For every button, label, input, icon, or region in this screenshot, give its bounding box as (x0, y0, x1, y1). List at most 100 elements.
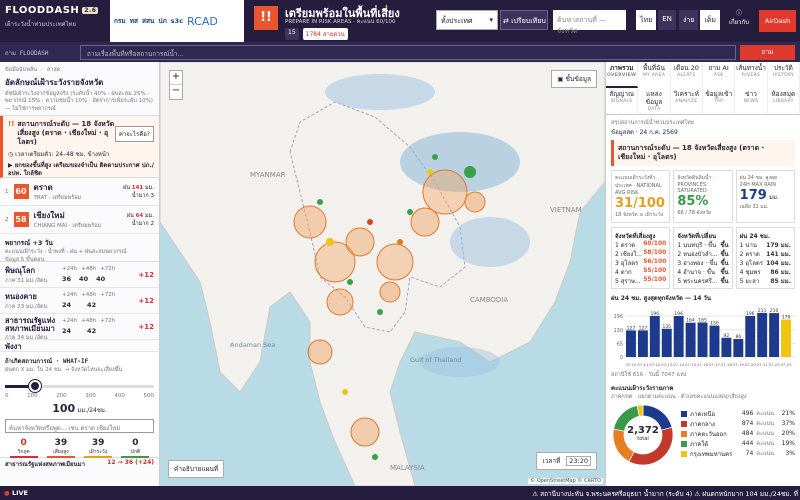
list-item[interactable]: 1 นนทบุรี · ขึ้น ขึ้น (677, 240, 728, 249)
layers-button[interactable]: ▣ ชั้นข้อมูล (551, 70, 597, 88)
tab-news[interactable]: ข่าว NEWS (735, 88, 768, 114)
list-item[interactable]: 3 อุโลตร 56/100 (615, 258, 666, 267)
station-risk-circle[interactable] (464, 191, 486, 213)
list-item[interactable]: 4 ชุมพร 86 มม. (740, 267, 791, 276)
airdash-button[interactable]: AirDash (759, 10, 796, 32)
tab-my-area[interactable]: พื้นที่ฉัน MY AREA (638, 62, 671, 88)
chart-bar[interactable] (733, 338, 744, 357)
tab-history[interactable]: ประวัติ HISTORY (768, 62, 800, 88)
legend-item[interactable]: ภาคตะวันออก 484 คะแนน 20% (681, 429, 795, 439)
list-item[interactable]: 5 พระนครศรี... ขึ้น (677, 276, 728, 285)
legend-item[interactable]: ภาคเหนือ 496 คะแนน 21% (681, 409, 795, 419)
station-risk-circle[interactable] (307, 339, 333, 365)
station-dot[interactable] (407, 209, 413, 215)
mode-full-button[interactable]: เต็ม (700, 10, 721, 30)
chart-bar[interactable] (637, 329, 648, 357)
station-dot[interactable] (367, 219, 373, 225)
station-dot[interactable] (432, 154, 438, 160)
about-button[interactable]: ⓘ เกี่ยวกับ (725, 8, 753, 27)
chart-bar[interactable] (697, 322, 708, 357)
tab-library[interactable]: ห้องสมุด LIBRARY (768, 88, 800, 114)
list-item[interactable]: 3 อ่างทอง · ขึ้น ขึ้น (677, 258, 728, 267)
tab-analyze[interactable]: วิเคราะห์ ANALYZE (671, 88, 703, 114)
time-control[interactable]: เวลาที่ 23:20 (536, 452, 597, 470)
chart-bar[interactable] (673, 315, 684, 357)
station-dot[interactable] (342, 389, 348, 395)
alert-box[interactable]: !! เตรียมพร้อมในพื้นที่เสี่ยง PREPARE IN… (254, 2, 430, 40)
forecast-row[interactable]: สาธารณรัฐแห่งสหภาพเมียนมา ภาค 34 มม./อัตน… (0, 314, 159, 341)
explain-button[interactable]: ค่าจะไรคือ? (114, 126, 154, 142)
station-risk-circle[interactable] (379, 281, 401, 303)
chart-bar[interactable] (757, 312, 768, 357)
map-view[interactable]: MYANMAR Andaman Sea Gulf of Thailand CAM… (160, 62, 605, 486)
list-item[interactable]: 5 ยะลา 85 มม. (740, 276, 791, 285)
ticker-text[interactable]: ⚠ สถานีบางปะหัน จ.พระนครศรีอยุธยา น้ำมาก… (532, 489, 798, 499)
legend-button[interactable]: คำอธิบายแผนที่ (168, 460, 225, 478)
station-dot[interactable] (427, 169, 433, 175)
station-risk-circle[interactable] (293, 205, 327, 239)
station-dot[interactable] (377, 309, 383, 315)
station-risk-circle[interactable] (422, 169, 468, 215)
list-item[interactable]: 5 สุราษ... 55/100 (615, 276, 666, 285)
compare-button[interactable]: ⇄ เปรียบเทียบ (500, 10, 548, 30)
list-item[interactable]: 1 น่าน 179 มม. (740, 240, 791, 249)
station-risk-circle[interactable] (326, 288, 354, 316)
tab-data[interactable]: แหล่งข้อมูล DATA (638, 88, 671, 114)
legend-item[interactable]: กรุงเทพมหานคร 74 คะแนน 3% (681, 449, 795, 459)
forecast-row[interactable]: พังงา (0, 340, 159, 352)
chart-bar[interactable] (685, 322, 696, 357)
whatif-search-input[interactable]: ค้นหาจังหวัดหรือพูด... เช่น ตราด เชียงให… (5, 419, 154, 433)
station-dot[interactable] (317, 199, 323, 205)
slider-thumb[interactable] (29, 380, 41, 392)
top-province-row[interactable]: 2 58 เชียงใหม่ CHIANG MAI · เตรียมพร้อม ฝ… (0, 206, 159, 234)
tab-overview[interactable]: ภาพรวม OVERVIEW (606, 62, 639, 88)
station-dot[interactable] (464, 166, 476, 178)
chart-bar[interactable] (626, 329, 636, 357)
whatif-result-row[interactable]: สาธารณรัฐแห่งสหภาพเมียนมา 12 → 36 (+24) (0, 458, 159, 470)
chart-bar[interactable] (709, 325, 720, 357)
kpi-card-rain[interactable]: ฝน 24 ชม. สูงสุด · 24H MAX RAIN 179 มม. เฉ… (735, 169, 795, 223)
chart-bar[interactable] (661, 328, 672, 357)
list-item[interactable]: 3 อุโลตร 104 มม. (740, 258, 791, 267)
hotline-badge[interactable]: 1784 สายด่วน (302, 28, 348, 40)
forecast-row[interactable]: พิษณุโลก ภาค 31 มม./อัตน +24h +48h +72h 36 4… (0, 262, 159, 288)
chart-bar[interactable] (745, 315, 756, 357)
zoom-out-button[interactable]: − (170, 85, 182, 99)
station-risk-circle[interactable] (410, 207, 440, 237)
top-province-row[interactable]: 1 60 ตราด TRAT · เตรียมพร้อม ฝน 141 มม. น้… (0, 178, 159, 206)
station-risk-circle[interactable] (345, 227, 375, 257)
lang-th-button[interactable]: ไทย (636, 10, 657, 30)
country-select[interactable]: ทั้งประเทศ ▾ (436, 10, 498, 30)
legend-item[interactable]: ภาคใต้ 444 คะแนน 19% (681, 439, 795, 449)
list-item[interactable]: 1 ตราด 60/100 (615, 240, 666, 249)
tab-signals[interactable]: สัญญาณ SIGNALS (606, 88, 639, 114)
station-dot[interactable] (397, 239, 403, 245)
station-dot[interactable] (347, 279, 353, 285)
list-item[interactable]: 4 อำนาจ · ขึ้น ขึ้น (677, 267, 728, 276)
tab-tap[interactable]: ข้อมูลเข้า TAP (703, 88, 736, 114)
station-dot[interactable] (372, 454, 378, 460)
mode-simple-button[interactable]: ง่าย (679, 10, 699, 30)
rain-slider[interactable] (5, 379, 154, 393)
kpi-card-saturation[interactable]: จังหวัดดินอิ่มน้ำ · PROVINCES SATURATED 8… (673, 169, 733, 223)
station-dot[interactable] (326, 238, 334, 246)
tab-rivers[interactable]: เส้นทางน้ำ RIVERS (735, 62, 768, 88)
chart-bar[interactable] (649, 315, 660, 357)
list-item[interactable]: 2 ตราด 141 มม. (740, 249, 791, 258)
brand[interactable]: FLOODDASH 2.6 เฝ้าระวังน้ำท่วมประเทศไทย (5, 5, 103, 39)
list-item[interactable]: 2 เชียงใ... 58/100 (615, 249, 666, 258)
tab-ask[interactable]: ถาม AI ASK (703, 62, 736, 88)
list-item[interactable]: 4 ตาก 55/100 (615, 267, 666, 276)
station-risk-circle[interactable] (376, 243, 414, 281)
station-risk-circle[interactable] (350, 417, 380, 447)
legend-item[interactable]: ภาคกลาง 874 คะแนน 37% (681, 419, 795, 429)
lang-en-button[interactable]: EN (658, 10, 676, 30)
tab-alerts[interactable]: เตือน 20 ALERTS (671, 62, 703, 88)
place-search-input[interactable]: ค้นหาสถานที่ — จังหวัด (553, 10, 626, 35)
chart-bar[interactable] (781, 319, 791, 357)
chart-bar[interactable] (721, 337, 732, 357)
ask-button[interactable]: ถาม (740, 45, 795, 60)
chart-bar[interactable] (769, 312, 780, 357)
ask-input[interactable]: ถามเรื่องพื้นที่หรือสถานการณ์น้ำ... (80, 45, 736, 60)
kpi-card-risk[interactable]: คะแนนเฝ้าระวังทั่วประเทศ · NATIONAL AVG … (611, 169, 671, 223)
